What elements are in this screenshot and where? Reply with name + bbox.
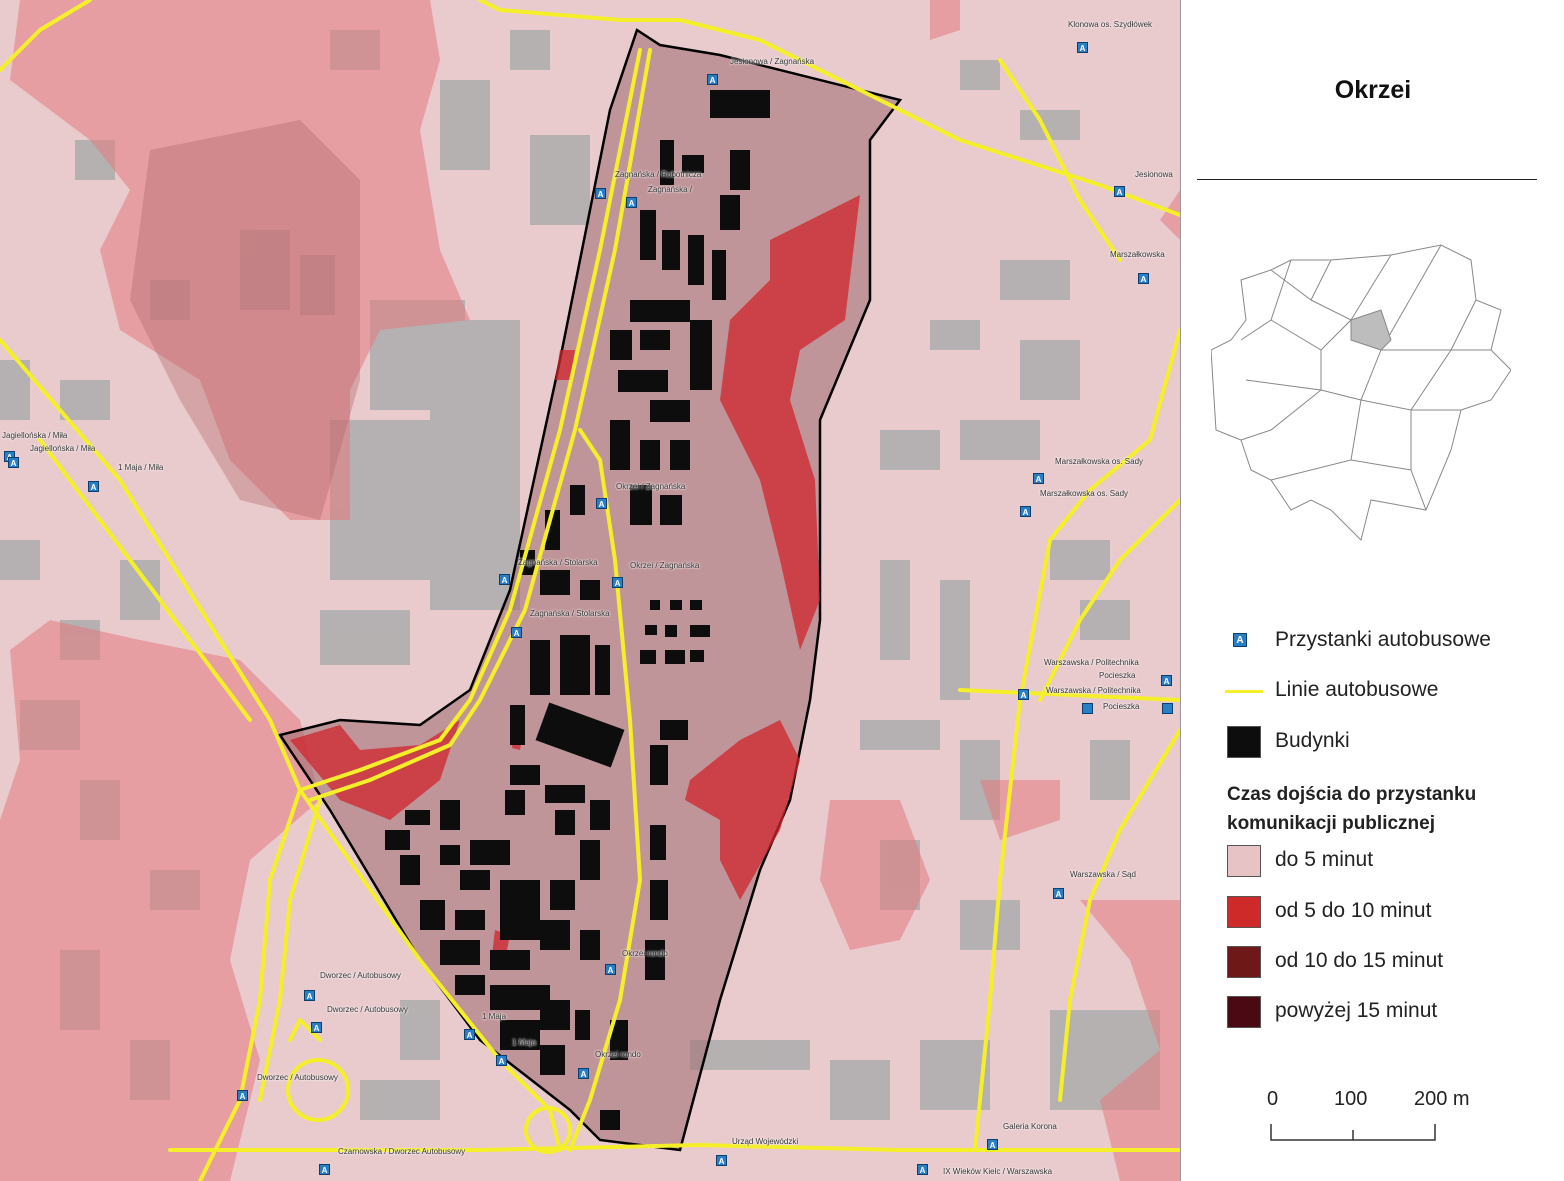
stop-label: Marszałkowska os. Sady (1055, 457, 1144, 466)
bus-stop-icon[interactable]: A (1053, 888, 1064, 899)
stop-label: Dworzec / Autobusowy (257, 1073, 338, 1082)
bus-stop-icon[interactable]: A (917, 1164, 928, 1175)
legend-class-label: powyżej 15 minut (1275, 999, 1438, 1022)
bus-stop-icon[interactable]: A (1018, 689, 1029, 700)
bus-stop-icon[interactable]: A (1020, 506, 1031, 517)
stop-label: Galeria Korona (1003, 1122, 1057, 1131)
stop-label: Dworzec / Autobusowy (320, 971, 401, 980)
bus-stop-icon[interactable]: A (1077, 42, 1088, 53)
locator-map (1211, 244, 1511, 541)
stop-label: Zagnańska / Stolarska (530, 609, 610, 618)
legend-class-label: od 5 do 10 minut (1275, 899, 1432, 922)
legend-buildings-label: Budynki (1275, 729, 1350, 752)
stop-label: Marszałkowska (1110, 250, 1165, 259)
legend-lines-label: Linie autobusowe (1275, 678, 1439, 701)
bus-stop-icon[interactable] (1082, 703, 1093, 714)
map-title: Okrzei (1334, 76, 1412, 104)
scale-label-200: 200 m (1414, 1088, 1470, 1110)
bus-stop-icon[interactable]: A (499, 574, 510, 585)
stop-label: IX Wieków Kielc / Warszawska (943, 1167, 1053, 1176)
stop-label: Okrzei / Zagnańska (616, 482, 686, 491)
legend-class-swatch (1227, 896, 1261, 928)
stop-label: Dworzec / Autobusowy (327, 1005, 408, 1014)
stop-label: Pocieszka (1099, 671, 1136, 680)
legend-class-swatch (1227, 996, 1261, 1028)
bus-stop-icon[interactable]: A (511, 627, 522, 638)
bus-stop-icon[interactable]: A (311, 1022, 322, 1033)
scale-label-100: 100 (1334, 1088, 1368, 1110)
bus-stop-icon[interactable]: A (716, 1155, 727, 1166)
stop-label: Zagnańska / (648, 185, 693, 194)
bus-stop-icon[interactable]: A (987, 1139, 998, 1150)
bus-stop-icon[interactable]: A (612, 577, 623, 588)
stop-label: Klonowa os. Szydłówek (1068, 20, 1153, 29)
stop-label: Jagiellońska / Miła (30, 444, 96, 453)
bus-stop-icon[interactable]: A (237, 1090, 248, 1101)
bus-stop-icon[interactable]: A (578, 1068, 589, 1079)
stop-label: Zagnańska / Stolarska (518, 558, 598, 567)
map-view[interactable]: A Klonowa os. Szydłówek A Jesionowa / Za… (0, 0, 1180, 1181)
bus-stop-icon[interactable]: A (1114, 186, 1125, 197)
stop-label: Jesionowa / Zagnańska (730, 57, 815, 66)
legend-stops-label: Przystanki autobusowe (1275, 628, 1491, 651)
stop-label: 1 Maja / Miła (118, 463, 164, 472)
legend-building-symbol (1227, 726, 1261, 758)
bus-stop-icon[interactable]: A (464, 1029, 475, 1040)
bus-stop-icon[interactable]: A (605, 964, 616, 975)
bus-stop-icon[interactable]: A (319, 1164, 330, 1175)
bus-stop-icon[interactable]: A (596, 498, 607, 509)
stop-label: Urząd Wojewódzki (732, 1137, 799, 1146)
scale-label-0: 0 (1267, 1088, 1279, 1110)
bus-stop-icon[interactable]: A (1138, 273, 1149, 284)
legend-class-label: do 5 minut (1275, 848, 1374, 871)
bus-stop-icon[interactable]: A (496, 1055, 507, 1066)
bus-stop-icon[interactable]: A (1033, 473, 1044, 484)
stop-label: Marszałkowska os. Sady (1040, 489, 1129, 498)
legend-class-label: od 10 do 15 minut (1275, 949, 1444, 972)
stop-label: Warszawska / Politechnika (1046, 686, 1141, 695)
stop-label: Warszawska / Sąd (1070, 870, 1136, 879)
stop-label: Warszawska / Politechnika (1044, 658, 1139, 667)
stop-label: Czarnowska / Dworzec Autobusowy (338, 1147, 466, 1156)
stop-label: Pocieszka (1103, 702, 1140, 711)
bus-stop-icon[interactable]: A (626, 197, 637, 208)
legend-class-swatch (1227, 845, 1261, 877)
stop-label: Okrzei rondo (622, 949, 668, 958)
stop-label: 1 Maja (512, 1038, 537, 1047)
title-divider (1197, 179, 1537, 180)
map-canvas (0, 0, 1180, 1181)
scale-bar (1270, 1124, 1436, 1141)
stop-label: 1 Maja (482, 1012, 507, 1021)
bus-stop-icon[interactable]: A (88, 481, 99, 492)
stop-label: Okrzei / Zagnańska (630, 561, 700, 570)
bus-stop-icon[interactable] (1162, 703, 1173, 714)
bus-stop-icon[interactable]: A (304, 990, 315, 1001)
legend-stop-icon: A (1233, 633, 1247, 647)
stop-label: Zagnańska / Robotnicza (615, 170, 702, 179)
stop-label: Jesionowa (1135, 170, 1173, 179)
bus-stop-icon[interactable]: A (707, 74, 718, 85)
legend-heading: Czas dojścia do przystanku komunikacji p… (1227, 784, 1477, 834)
stop-label: Jagiellońska / Miła (2, 431, 68, 440)
bus-stop-icon[interactable]: A (1161, 675, 1172, 686)
bus-stop-icon[interactable]: A (8, 457, 19, 468)
legend-panel: Okrzei A Przystanki autobusowe Linie aut… (1180, 0, 1564, 1181)
bus-stop-icon[interactable]: A (595, 188, 606, 199)
legend-class-swatch (1227, 946, 1261, 978)
legend-line-symbol (1225, 690, 1263, 693)
stop-label: Okrzei rondo (595, 1050, 641, 1059)
